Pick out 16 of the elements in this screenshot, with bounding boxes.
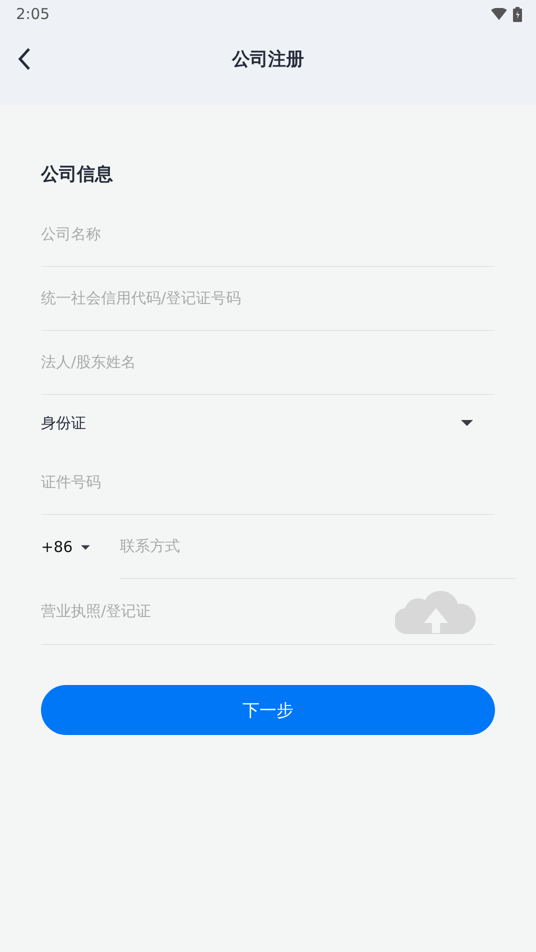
next-button[interactable]: 下一步 [41, 685, 495, 735]
id-type-dropdown[interactable]: 身份证 [41, 408, 495, 438]
upload-label: 营业执照/登记证 [41, 602, 152, 621]
country-code-dropdown[interactable]: +86 [41, 532, 120, 562]
wifi-icon [491, 8, 507, 20]
caret-icon [80, 544, 90, 550]
text-field[interactable]: 法人/股东姓名 [41, 346, 495, 376]
caret-icon [461, 420, 473, 426]
page-title: 公司注册 [232, 49, 304, 70]
text-field[interactable]: 证件号码 [41, 466, 495, 496]
text-field[interactable]: 公司名称 [41, 218, 495, 248]
section-title: 公司信息 [41, 163, 113, 187]
status-time: 2:05 [16, 5, 50, 23]
phone-field[interactable]: 联系方式 [120, 530, 516, 560]
text-field[interactable]: 统一社会信用代码/登记证号码 [41, 282, 495, 312]
battery-icon [513, 6, 522, 22]
